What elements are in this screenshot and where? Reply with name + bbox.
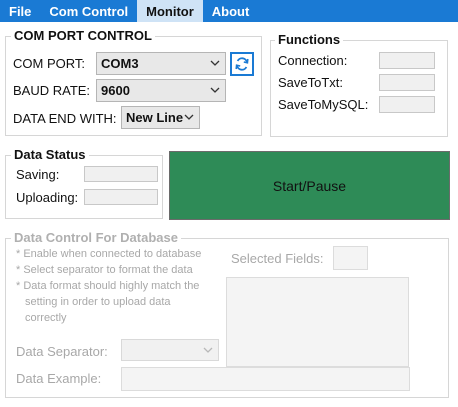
data-status-group — [5, 155, 163, 219]
chevron-down-icon — [210, 87, 220, 93]
functions-title: Functions — [275, 33, 344, 47]
connection-indicator — [379, 52, 435, 69]
save-to-txt-label: SaveToTxt: — [278, 75, 344, 90]
data-status-title: Data Status — [11, 148, 89, 162]
data-control-title: Data Control For Database — [11, 231, 181, 245]
data-separator-label: Data Separator: — [16, 344, 108, 359]
com-port-label: COM PORT: — [13, 56, 85, 71]
selected-fields-label: Selected Fields: — [231, 251, 324, 266]
note-line-1: * Enable when connected to database — [16, 248, 202, 260]
refresh-button[interactable] — [230, 52, 254, 76]
data-example-field[interactable] — [121, 367, 410, 391]
menu-monitor[interactable]: Monitor — [137, 0, 203, 22]
refresh-icon — [235, 57, 249, 71]
save-to-mysql-indicator — [379, 96, 435, 113]
com-port-value: COM3 — [101, 56, 139, 71]
chevron-down-icon — [210, 60, 220, 66]
menu-file[interactable]: File — [0, 0, 40, 22]
data-end-select[interactable]: New Line — [121, 106, 200, 129]
data-end-label: DATA END WITH: — [13, 111, 117, 126]
save-to-mysql-label: SaveToMySQL: — [278, 97, 369, 112]
com-port-select[interactable]: COM3 — [96, 52, 226, 75]
note-line-3: * Data format should highly match the — [16, 280, 200, 292]
menu-about[interactable]: About — [203, 0, 259, 22]
chevron-down-icon — [203, 347, 213, 353]
com-port-control-title: COM PORT CONTROL — [11, 29, 155, 43]
start-pause-label: Start/Pause — [272, 177, 347, 194]
connection-label: Connection: — [278, 53, 348, 68]
uploading-label: Uploading: — [16, 190, 79, 205]
note-line-2: * Select separator to format the data — [16, 264, 193, 276]
save-to-txt-indicator — [379, 74, 435, 91]
selected-fields-list[interactable] — [226, 277, 409, 367]
note-line-5: correctly — [25, 312, 67, 324]
menu-com-control[interactable]: Com Control — [40, 0, 137, 22]
start-pause-button[interactable]: Start/Pause — [169, 151, 450, 220]
selected-fields-count — [333, 246, 368, 270]
note-line-4: setting in order to upload data — [25, 296, 171, 308]
baud-rate-value: 9600 — [101, 83, 130, 98]
baud-rate-label: BAUD RATE: — [13, 83, 91, 98]
saving-label: Saving: — [16, 167, 60, 182]
chevron-down-icon — [184, 114, 194, 120]
menu-bar: File Com Control Monitor About — [0, 0, 458, 22]
uploading-indicator — [84, 189, 158, 205]
data-example-label: Data Example: — [16, 371, 102, 386]
saving-indicator — [84, 166, 158, 182]
data-separator-select[interactable] — [121, 339, 219, 361]
baud-rate-select[interactable]: 9600 — [96, 79, 226, 102]
data-end-value: New Line — [126, 110, 184, 125]
